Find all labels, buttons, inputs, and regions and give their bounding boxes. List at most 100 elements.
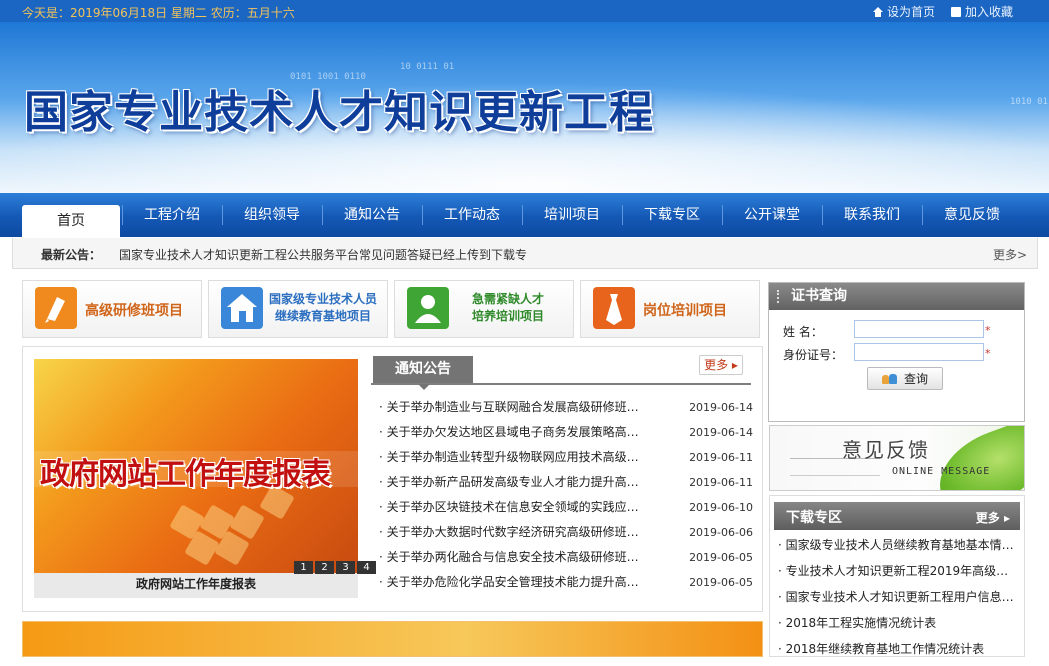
announcement-date: 2019-06-05 xyxy=(689,576,753,589)
announcement-date: 2019-06-14 xyxy=(689,426,753,439)
nav-item[interactable]: 下载专区 xyxy=(622,193,722,237)
nav-separator xyxy=(622,205,623,225)
project-label: 国家级专业技术人员 继续教育基地项目 xyxy=(268,292,377,323)
project-post-training[interactable]: 岗位培训项目 xyxy=(580,280,760,338)
announcement-title[interactable]: · 关于举办区块链技术在信息安全领域的实践应用高级研修班的通知 xyxy=(379,495,639,520)
slide-page-button[interactable]: 2 xyxy=(315,561,334,574)
main-nav: 首页 工程介绍 组织领导 通知公告 工作动态 培训项目 下载专区 公开课堂 联系我们 意见反馈 xyxy=(0,193,1049,237)
id-label: 身份证号： xyxy=(783,348,844,362)
tie-icon xyxy=(593,287,635,329)
announcement-date: 2019-06-06 xyxy=(689,526,753,539)
bookmark-link[interactable]: 加入收藏 xyxy=(950,3,1013,20)
project-label: 岗位培训项目 xyxy=(643,303,727,319)
house-icon xyxy=(221,287,263,329)
name-label: 姓 名： xyxy=(783,325,823,339)
download-box: 下载专区 更多 ▸ · 国家级专业技术人员继续教育基地基本情况表 · 专业技术人才… xyxy=(769,495,1025,657)
slide-headline: 政府网站工作年度报表 xyxy=(40,457,331,492)
announcement-tabs: 通知公告 更多 ▸ xyxy=(371,353,751,390)
top-bar: 今天是：2019年06月18日 星期二 农历：五月十六 设为首页 加入收藏 xyxy=(0,0,1049,22)
download-title: 下载专区 xyxy=(786,510,842,526)
announcement-date: 2019-06-10 xyxy=(689,501,753,514)
nav-separator xyxy=(522,205,523,225)
set-home-link[interactable]: 设为首页 xyxy=(872,3,935,20)
slide-page-button[interactable]: 4 xyxy=(357,561,376,574)
nav-item[interactable]: 公开课堂 xyxy=(722,193,822,237)
slide-page-button[interactable]: 3 xyxy=(336,561,355,574)
announcement-title[interactable]: · 关于举办危险化学品安全管理技术能力提升高级研修班的通知 xyxy=(379,570,639,595)
feedback-banner[interactable]: 意见反馈 ONLINE MESSAGE xyxy=(769,425,1025,491)
announcement-date: 2019-06-11 xyxy=(689,476,753,489)
query-button[interactable]: 查询 xyxy=(867,367,943,390)
project-urgent-talent[interactable]: 急需紧缺人才 培养培训项目 xyxy=(394,280,574,338)
cert-query-title: 证书查询 xyxy=(769,283,1024,310)
nav-separator xyxy=(322,205,323,225)
list-item[interactable]: · 关于举办区块链技术在信息安全领域的实践应用高级研修班的通知 2019-06-1… xyxy=(379,495,757,520)
required-mark: * xyxy=(985,347,991,360)
list-item[interactable]: · 关于举办欠发达地区县域电子商务发展策略高级研修班的通知 2019-06-14 xyxy=(379,420,757,445)
nav-separator xyxy=(922,205,923,225)
announcement-date: 2019-06-11 xyxy=(689,451,753,464)
project-label: 急需紧缺人才 培养培训项目 xyxy=(471,292,544,323)
tab-announcements[interactable]: 通知公告 xyxy=(373,356,473,390)
nav-item[interactable]: 通知公告 xyxy=(322,193,422,237)
users-icon xyxy=(881,373,898,385)
announcement-title[interactable]: · 关于举办新产品研发高级专业人才能力提升高级研修班的通知 xyxy=(379,470,639,495)
download-item[interactable]: · 国家专业技术人才知识更新工程用户信息采集表 xyxy=(778,588,1018,614)
nav-separator xyxy=(122,205,123,225)
latest-notice-bar: 最新公告： 国家专业技术人才知识更新工程公共服务平台常见问题答疑已经上传到下载专… xyxy=(12,238,1038,269)
notice-label: 最新公告： xyxy=(41,248,102,262)
certificate-query-box: 证书查询 姓 名： * 身份证号： * 查询 xyxy=(768,282,1025,422)
announcement-title[interactable]: · 关于举办制造业与互联网融合发展高级研修班的通知 xyxy=(379,395,639,420)
announcement-title[interactable]: · 关于举办两化融合与信息安全技术高级研修班的通知 xyxy=(379,545,639,570)
slideshow[interactable]: 政府网站工作年度报表 1234 政府网站工作年度报表 xyxy=(34,359,376,598)
project-national-base[interactable]: 国家级专业技术人员 继续教育基地项目 xyxy=(208,280,388,338)
banner-decoration: 1010 01 xyxy=(1010,97,1048,107)
project-label: 高级研修班项目 xyxy=(85,303,183,319)
nav-item[interactable]: 工程介绍 xyxy=(122,193,222,237)
download-item[interactable]: · 2018年工程实施情况统计表 xyxy=(778,614,1018,640)
list-item[interactable]: · 关于举办制造业与互联网融合发展高级研修班的通知 2019-06-14 xyxy=(379,395,757,420)
slide-image[interactable]: 政府网站工作年度报表 xyxy=(34,359,358,573)
nav-separator xyxy=(222,205,223,225)
announcement-list: · 关于举办制造业与互联网融合发展高级研修班的通知 2019-06-14 · 关于举… xyxy=(379,395,757,595)
list-item[interactable]: · 关于举办新产品研发高级专业人才能力提升高级研修班的通知 2019-06-11 xyxy=(379,470,757,495)
id-number-input[interactable] xyxy=(854,343,984,361)
slide-page-button[interactable]: 1 xyxy=(294,561,313,574)
list-item[interactable]: · 关于举办大数据时代数字经济研究高级研修班的通知 2019-06-06 xyxy=(379,520,757,545)
announcement-date: 2019-06-05 xyxy=(689,551,753,564)
person-icon xyxy=(407,287,449,329)
required-mark: * xyxy=(985,324,991,337)
list-item[interactable]: · 关于举办危险化学品安全管理技术能力提升高级研修班的通知 2019-06-05 xyxy=(379,570,757,595)
nav-item[interactable]: 工作动态 xyxy=(422,193,522,237)
nav-separator xyxy=(822,205,823,225)
home-icon xyxy=(872,6,883,17)
announcements-more-button[interactable]: 更多 ▸ xyxy=(699,355,743,375)
notice-link[interactable]: 国家专业技术人才知识更新工程公共服务平台常见问题答疑已经上传到下载专 xyxy=(119,246,527,263)
leaf-icon xyxy=(927,426,1024,490)
feedback-title: 意见反馈 xyxy=(842,438,930,462)
nav-item[interactable]: 意见反馈 xyxy=(922,193,1022,237)
announcement-date: 2019-06-14 xyxy=(689,401,753,414)
site-banner: 0101 1001 0110 10 0111 01 1010 01 国家专业技术… xyxy=(0,22,1049,193)
nav-item[interactable]: 组织领导 xyxy=(222,193,322,237)
site-title: 国家专业技术人才知识更新工程 xyxy=(24,87,654,138)
download-more-link[interactable]: 更多 ▸ xyxy=(976,509,1010,526)
announcement-title[interactable]: · 关于举办制造业转型升级物联网应用技术高级研修班的通知 xyxy=(379,445,639,470)
notice-more-link[interactable]: 更多> xyxy=(993,246,1027,263)
download-item[interactable]: · 专业技术人才知识更新工程2019年高级研修项目计划 xyxy=(778,562,1018,588)
bottom-banner[interactable] xyxy=(22,621,763,657)
project-advanced-seminar[interactable]: 高级研修班项目 xyxy=(22,280,202,338)
nav-item[interactable]: 培训项目 xyxy=(522,193,622,237)
download-item[interactable]: · 2018年继续教育基地工作情况统计表 xyxy=(778,640,1018,666)
slide-pager: 1234 xyxy=(294,561,376,574)
download-item[interactable]: · 国家级专业技术人员继续教育基地基本情况表 xyxy=(778,536,1018,562)
list-item[interactable]: · 关于举办制造业转型升级物联网应用技术高级研修班的通知 2019-06-11 xyxy=(379,445,757,470)
announcement-title[interactable]: · 关于举办欠发达地区县域电子商务发展策略高级研修班的通知 xyxy=(379,420,639,445)
feedback-subtitle: ONLINE MESSAGE xyxy=(892,466,991,477)
name-input[interactable] xyxy=(854,320,984,338)
nav-item[interactable]: 首页 xyxy=(22,205,120,237)
list-item[interactable]: · 关于举办两化融合与信息安全技术高级研修班的通知 2019-06-05 xyxy=(379,545,757,570)
slide-caption[interactable]: 政府网站工作年度报表 xyxy=(34,575,358,592)
announcement-title[interactable]: · 关于举办大数据时代数字经济研究高级研修班的通知 xyxy=(379,520,639,545)
nav-item[interactable]: 联系我们 xyxy=(822,193,922,237)
